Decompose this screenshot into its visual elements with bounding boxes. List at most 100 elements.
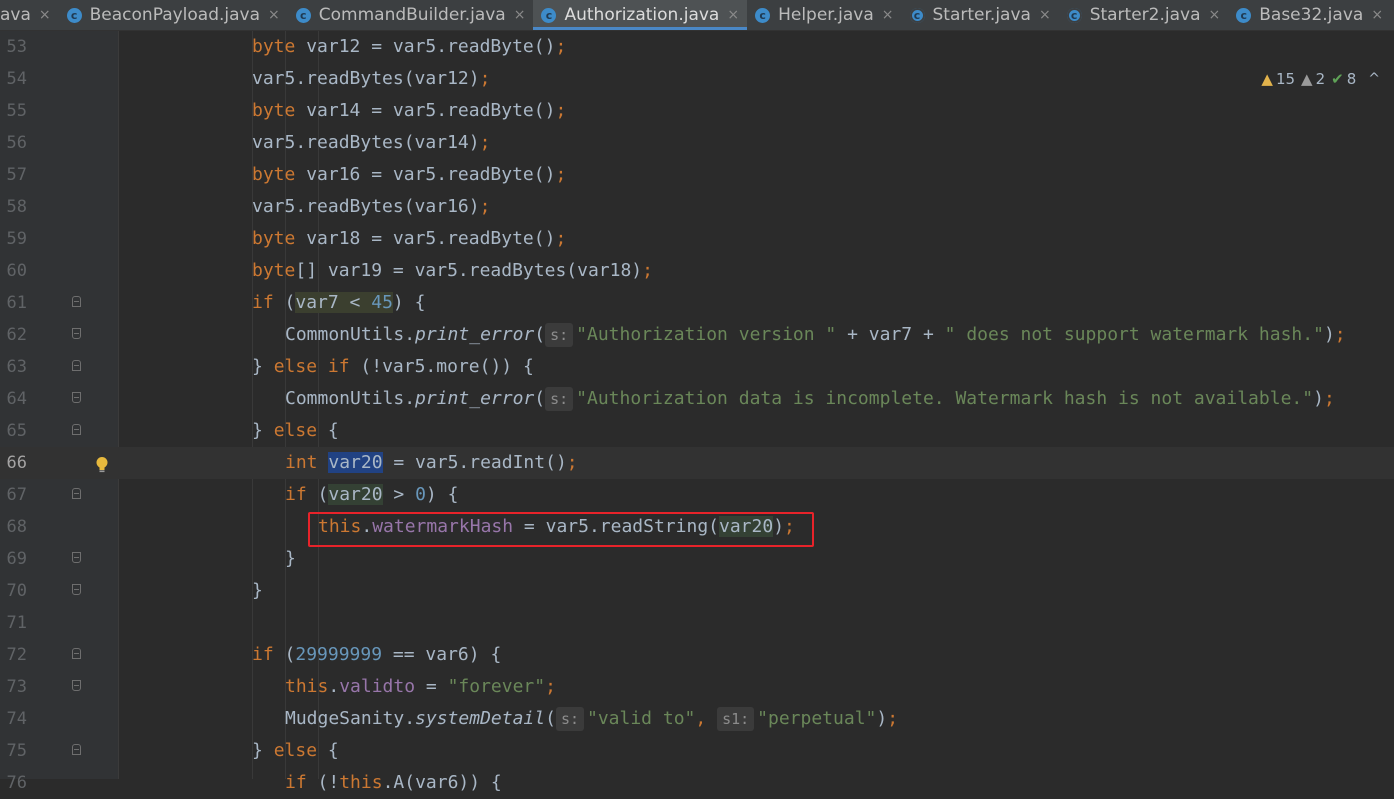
code-line[interactable]: 76 if (!this.A(var6)) { <box>0 767 1394 799</box>
tab-commandbuilder-java[interactable]: c CommandBuilder.java × <box>288 0 534 30</box>
code-line[interactable]: 56 var5.readBytes(var14); <box>0 127 1394 159</box>
code-token: ( <box>306 484 329 505</box>
code-token: if <box>285 484 307 505</box>
line-number[interactable]: 76 <box>0 767 27 799</box>
line-number[interactable]: 57 <box>0 159 27 191</box>
code-text: if (!this.A(var6)) { <box>285 767 502 799</box>
close-icon[interactable]: × <box>882 7 894 23</box>
line-number[interactable]: 55 <box>0 95 27 127</box>
close-icon[interactable]: × <box>514 7 526 23</box>
code-token: ; <box>479 196 491 217</box>
code-line[interactable]: 62 CommonUtils.print_error(s: "Authorizati… <box>0 319 1394 351</box>
code-line[interactable]: 69} <box>0 543 1394 575</box>
line-number[interactable]: 74 <box>0 703 27 735</box>
line-number[interactable]: 54 <box>0 63 27 95</box>
line-number[interactable]: 56 <box>0 127 27 159</box>
code-token: .A(var6)) { <box>382 772 502 793</box>
line-number[interactable]: 64 <box>0 383 27 415</box>
code-editor[interactable]: ▲ 15 ▲ 2 ✔ 8 ^ 53 byte var12 = var5.readB… <box>0 31 1394 793</box>
code-text: byte var14 = var5.readByte(); <box>252 95 566 127</box>
code-line[interactable]: 53 byte var12 = var5.readByte(); <box>0 31 1394 63</box>
code-token: ; <box>479 68 491 89</box>
code-line[interactable]: 66 int var20 = var5.readInt(); <box>0 447 1394 479</box>
code-token: var5.readBytes(var16) <box>252 196 480 217</box>
code-line[interactable]: 59 byte var18 = var5.readByte(); <box>0 223 1394 255</box>
tab-authorization-java[interactable]: c Authorization.java × <box>533 0 748 30</box>
close-icon[interactable]: × <box>1039 7 1051 23</box>
fold-start-icon[interactable] <box>72 360 81 371</box>
line-number[interactable]: 62 <box>0 319 27 351</box>
fold-start-icon[interactable] <box>72 424 81 435</box>
code-line[interactable]: 72 if (29999999 == var6) { <box>0 639 1394 671</box>
line-number[interactable]: 63 <box>0 351 27 383</box>
tab-helper-java[interactable]: c Helper.java × <box>747 0 901 30</box>
code-token: } <box>252 356 274 377</box>
code-token: if <box>252 292 274 313</box>
line-number[interactable]: 53 <box>0 31 27 63</box>
code-token: else <box>273 740 318 761</box>
code-token: ; <box>545 676 556 697</box>
code-line[interactable]: 61 if (var7 < 45) { <box>0 287 1394 319</box>
tab-starter-java[interactable]: c Starter.java × <box>902 0 1059 30</box>
code-token: if <box>285 772 307 793</box>
tab-beaconpayload-java[interactable]: c BeaconPayload.java × <box>59 0 288 30</box>
code-line[interactable]: 55 byte var14 = var5.readByte(); <box>0 95 1394 127</box>
fold-end-icon[interactable] <box>72 392 81 403</box>
code-token: byte <box>252 228 296 249</box>
line-number[interactable]: 66 <box>0 447 27 479</box>
code-line[interactable]: 63} else if (!var5.more()) { <box>0 351 1394 383</box>
line-number[interactable]: 72 <box>0 639 27 671</box>
code-text: if (var7 < 45) { <box>252 287 425 319</box>
line-number[interactable]: 58 <box>0 191 27 223</box>
code-line[interactable]: 65} else { <box>0 415 1394 447</box>
line-number[interactable]: 70 <box>0 575 27 607</box>
line-number[interactable]: 59 <box>0 223 27 255</box>
code-token: byte <box>252 36 296 57</box>
line-number[interactable]: 71 <box>0 607 27 639</box>
tab-ava[interactable]: ava × <box>0 0 59 30</box>
code-line[interactable]: 71 <box>0 607 1394 639</box>
line-number[interactable]: 65 <box>0 415 27 447</box>
code-text: MudgeSanity.systemDetail(s: "valid to", s… <box>285 703 898 735</box>
line-number[interactable]: 75 <box>0 735 27 767</box>
fold-start-icon[interactable] <box>72 296 81 307</box>
code-token: var20 <box>328 452 383 473</box>
fold-start-icon[interactable] <box>72 488 81 499</box>
code-token: "Authorization version " <box>576 324 837 345</box>
fold-start-icon[interactable] <box>72 744 81 755</box>
fold-start-icon[interactable] <box>72 648 81 659</box>
lightbulb-icon[interactable] <box>95 453 109 473</box>
close-icon[interactable]: × <box>1209 7 1221 23</box>
code-line[interactable]: 54 var5.readBytes(var12); <box>0 63 1394 95</box>
close-icon[interactable]: × <box>268 7 280 23</box>
code-token: (!var5.more()) { <box>349 356 534 377</box>
line-number[interactable]: 61 <box>0 287 27 319</box>
fold-end-icon[interactable] <box>72 328 81 339</box>
close-icon[interactable]: × <box>39 7 51 23</box>
code-line[interactable]: 74 MudgeSanity.systemDetail(s: "valid to",… <box>0 703 1394 735</box>
line-number[interactable]: 69 <box>0 543 27 575</box>
code-line[interactable]: 60 byte[] var19 = var5.readBytes(var18); <box>0 255 1394 287</box>
close-icon[interactable]: × <box>1371 7 1383 23</box>
code-line[interactable]: 64 CommonUtils.print_error(s: "Authorizati… <box>0 383 1394 415</box>
code-token: ; <box>555 228 567 249</box>
code-token: byte <box>252 100 296 121</box>
fold-end-icon[interactable] <box>72 680 81 691</box>
tab-base32-java[interactable]: c Base32.java × <box>1228 0 1391 30</box>
line-number[interactable]: 67 <box>0 479 27 511</box>
fold-end-icon[interactable] <box>72 552 81 563</box>
code-token: } <box>285 548 296 569</box>
line-number[interactable]: 73 <box>0 671 27 703</box>
line-number[interactable]: 68 <box>0 511 27 543</box>
tab-label: BeaconPayload.java <box>89 5 261 25</box>
fold-end-icon[interactable] <box>72 584 81 595</box>
code-line[interactable]: 67 if (var20 > 0) { <box>0 479 1394 511</box>
code-line[interactable]: 75} else { <box>0 735 1394 767</box>
code-line[interactable]: 73 this.validto = "forever"; <box>0 671 1394 703</box>
close-icon[interactable]: × <box>727 7 739 23</box>
code-line[interactable]: 70} <box>0 575 1394 607</box>
code-line[interactable]: 58 var5.readBytes(var16); <box>0 191 1394 223</box>
line-number[interactable]: 60 <box>0 255 27 287</box>
tab-starter2-java[interactable]: c Starter2.java × <box>1059 0 1229 30</box>
code-line[interactable]: 57 byte var16 = var5.readByte(); <box>0 159 1394 191</box>
